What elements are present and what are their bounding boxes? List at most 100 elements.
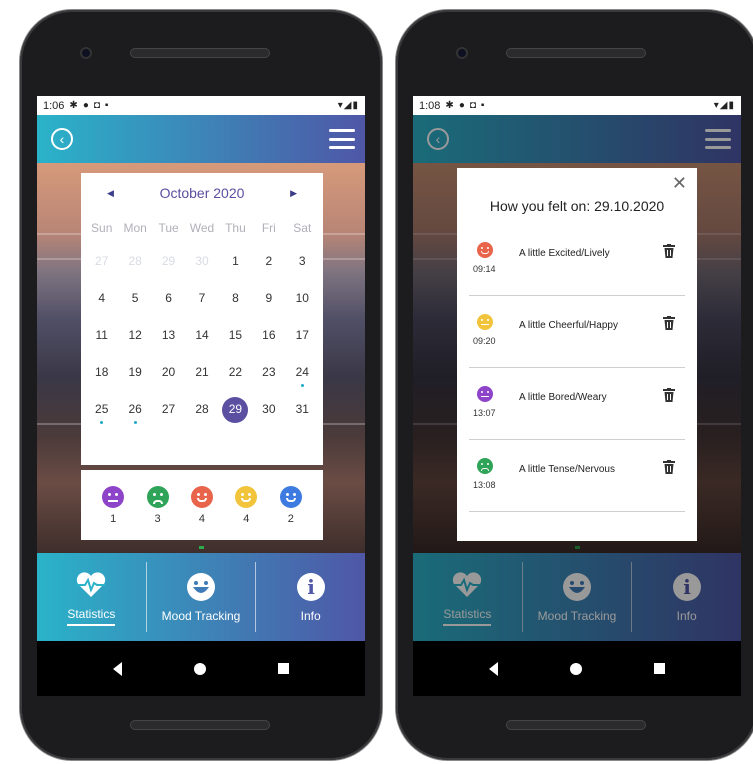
nav-info-label: Info — [300, 609, 321, 623]
mood-count: 4 — [198, 512, 206, 525]
bottom-nav: Statistics Mood Tracking i Info — [413, 553, 741, 641]
nav-info[interactable]: i Info — [631, 562, 741, 632]
calendar-day[interactable]: 19 — [118, 354, 151, 391]
month-label: October 2020 — [159, 185, 245, 201]
calendar-day[interactable]: 27 — [152, 391, 185, 428]
calendar-day[interactable]: 25 — [85, 391, 118, 428]
calendar-day-selected[interactable]: 29 — [219, 391, 252, 428]
system-recents-button[interactable] — [654, 663, 665, 674]
calendar-day[interactable]: 26 — [118, 391, 151, 428]
calendar-day[interactable]: 7 — [185, 280, 218, 317]
shield-icon: ◘ — [93, 100, 100, 111]
calendar-day[interactable]: 13 — [152, 317, 185, 354]
day-number: 12 — [128, 328, 142, 342]
system-home-button[interactable] — [570, 662, 582, 675]
weekday-label: Fri — [261, 221, 276, 235]
system-back-button[interactable] — [489, 661, 498, 676]
calendar-day[interactable]: 9 — [252, 280, 285, 317]
day-number: 30 — [195, 254, 209, 268]
calendar-day[interactable]: 8 — [219, 280, 252, 317]
day-number: 9 — [265, 291, 273, 305]
next-month-button[interactable]: ▶ — [290, 188, 297, 199]
calendar-day[interactable]: 15 — [219, 317, 252, 354]
day-number: 27 — [95, 254, 109, 268]
calendar-day[interactable]: 21 — [185, 354, 218, 391]
camera — [80, 47, 92, 59]
calendar-day[interactable]: 23 — [252, 354, 285, 391]
calendar-day[interactable]: 20 — [152, 354, 185, 391]
day-number: 3 — [298, 254, 306, 268]
day-number: 18 — [95, 365, 109, 379]
mood-count: 2 — [287, 512, 294, 525]
entry-label: A little Bored/Weary — [519, 392, 607, 403]
calendar-day[interactable]: 3 — [286, 243, 319, 280]
calendar-day[interactable]: 24 — [286, 354, 319, 391]
entry-time: 13:07 — [473, 408, 496, 418]
delete-entry-button[interactable] — [663, 244, 677, 258]
calendar-day[interactable]: 5 — [118, 280, 151, 317]
calendar-day[interactable]: 12 — [118, 317, 151, 354]
day-number: 20 — [161, 365, 176, 379]
info-icon: i — [295, 571, 327, 603]
nav-statistics[interactable]: Statistics — [37, 562, 146, 632]
calendar-day[interactable]: 1 — [219, 243, 252, 280]
mood-face-icon — [477, 458, 493, 474]
system-nav-bar — [413, 641, 741, 696]
day-number: 22 — [228, 365, 243, 379]
day-number: 29 — [161, 254, 176, 268]
calendar-day: 27 — [85, 243, 118, 280]
calendar-day[interactable]: 11 — [85, 317, 118, 354]
calendar-day[interactable]: 30 — [252, 391, 285, 428]
calendar-day[interactable]: 10 — [286, 280, 319, 317]
delete-entry-button[interactable] — [663, 316, 677, 330]
nav-mood-tracking[interactable]: Mood Tracking — [145, 562, 256, 632]
mood-summary-excited: 4 — [190, 485, 213, 525]
day-number: 1 — [232, 254, 239, 268]
camera — [456, 47, 468, 59]
mood-tense-icon — [146, 485, 169, 508]
nav-info[interactable]: i Info — [255, 562, 365, 632]
day-number: 7 — [198, 291, 206, 305]
menu-button[interactable] — [329, 129, 355, 149]
weekday-label: Thu — [225, 221, 246, 235]
nav-info-label: Info — [676, 609, 697, 623]
prev-month-button[interactable]: ◀ — [107, 188, 114, 199]
weekday-label: Sat — [293, 221, 312, 235]
calendar-day[interactable]: 17 — [286, 317, 319, 354]
day-number: 30 — [262, 402, 276, 416]
entry-label: A little Cheerful/Happy — [519, 320, 618, 331]
system-nav-bar — [37, 641, 365, 696]
smiley-icon — [561, 571, 593, 603]
system-back-button[interactable] — [113, 661, 122, 676]
svg-text:i: i — [307, 575, 315, 599]
calendar-day[interactable]: 22 — [219, 354, 252, 391]
calendar-day[interactable]: 14 — [185, 317, 218, 354]
calendar-day[interactable]: 16 — [252, 317, 285, 354]
back-button[interactable]: ‹ — [427, 128, 449, 150]
calendar-day: 28 — [118, 243, 151, 280]
calendar-day[interactable]: 6 — [152, 280, 185, 317]
calendar-day[interactable]: 28 — [185, 391, 218, 428]
calendar-day[interactable]: 2 — [252, 243, 285, 280]
calendar-day[interactable]: 18 — [85, 354, 118, 391]
mood-bored-icon — [102, 485, 125, 508]
calendar-day[interactable]: 31 — [286, 391, 319, 428]
calendar-day[interactable]: 4 — [85, 280, 118, 317]
phone-left: 1:06 ✱ ● ◘ ▪ ▾◢▮ ‹ ◀ October 2020 ▶ Sun … — [20, 10, 382, 760]
day-number: 27 — [161, 402, 176, 416]
menu-button[interactable] — [705, 129, 731, 149]
weekday-label: Sun — [91, 221, 113, 235]
delete-entry-button[interactable] — [663, 388, 677, 402]
nav-statistics[interactable]: Statistics — [413, 562, 522, 632]
day-number: 16 — [262, 328, 276, 342]
back-button[interactable]: ‹ — [51, 128, 73, 150]
delete-entry-button[interactable] — [663, 460, 677, 474]
nav-mood-tracking[interactable]: Mood Tracking — [521, 562, 632, 632]
heartbeat-icon — [451, 569, 483, 601]
system-recents-button[interactable] — [278, 663, 289, 674]
system-home-button[interactable] — [194, 662, 206, 675]
close-icon[interactable]: ✕ — [672, 174, 687, 192]
day-number: 25 — [95, 402, 109, 416]
signal-battery-icon: ▾◢▮ — [337, 100, 359, 111]
day-number: 23 — [262, 365, 276, 379]
